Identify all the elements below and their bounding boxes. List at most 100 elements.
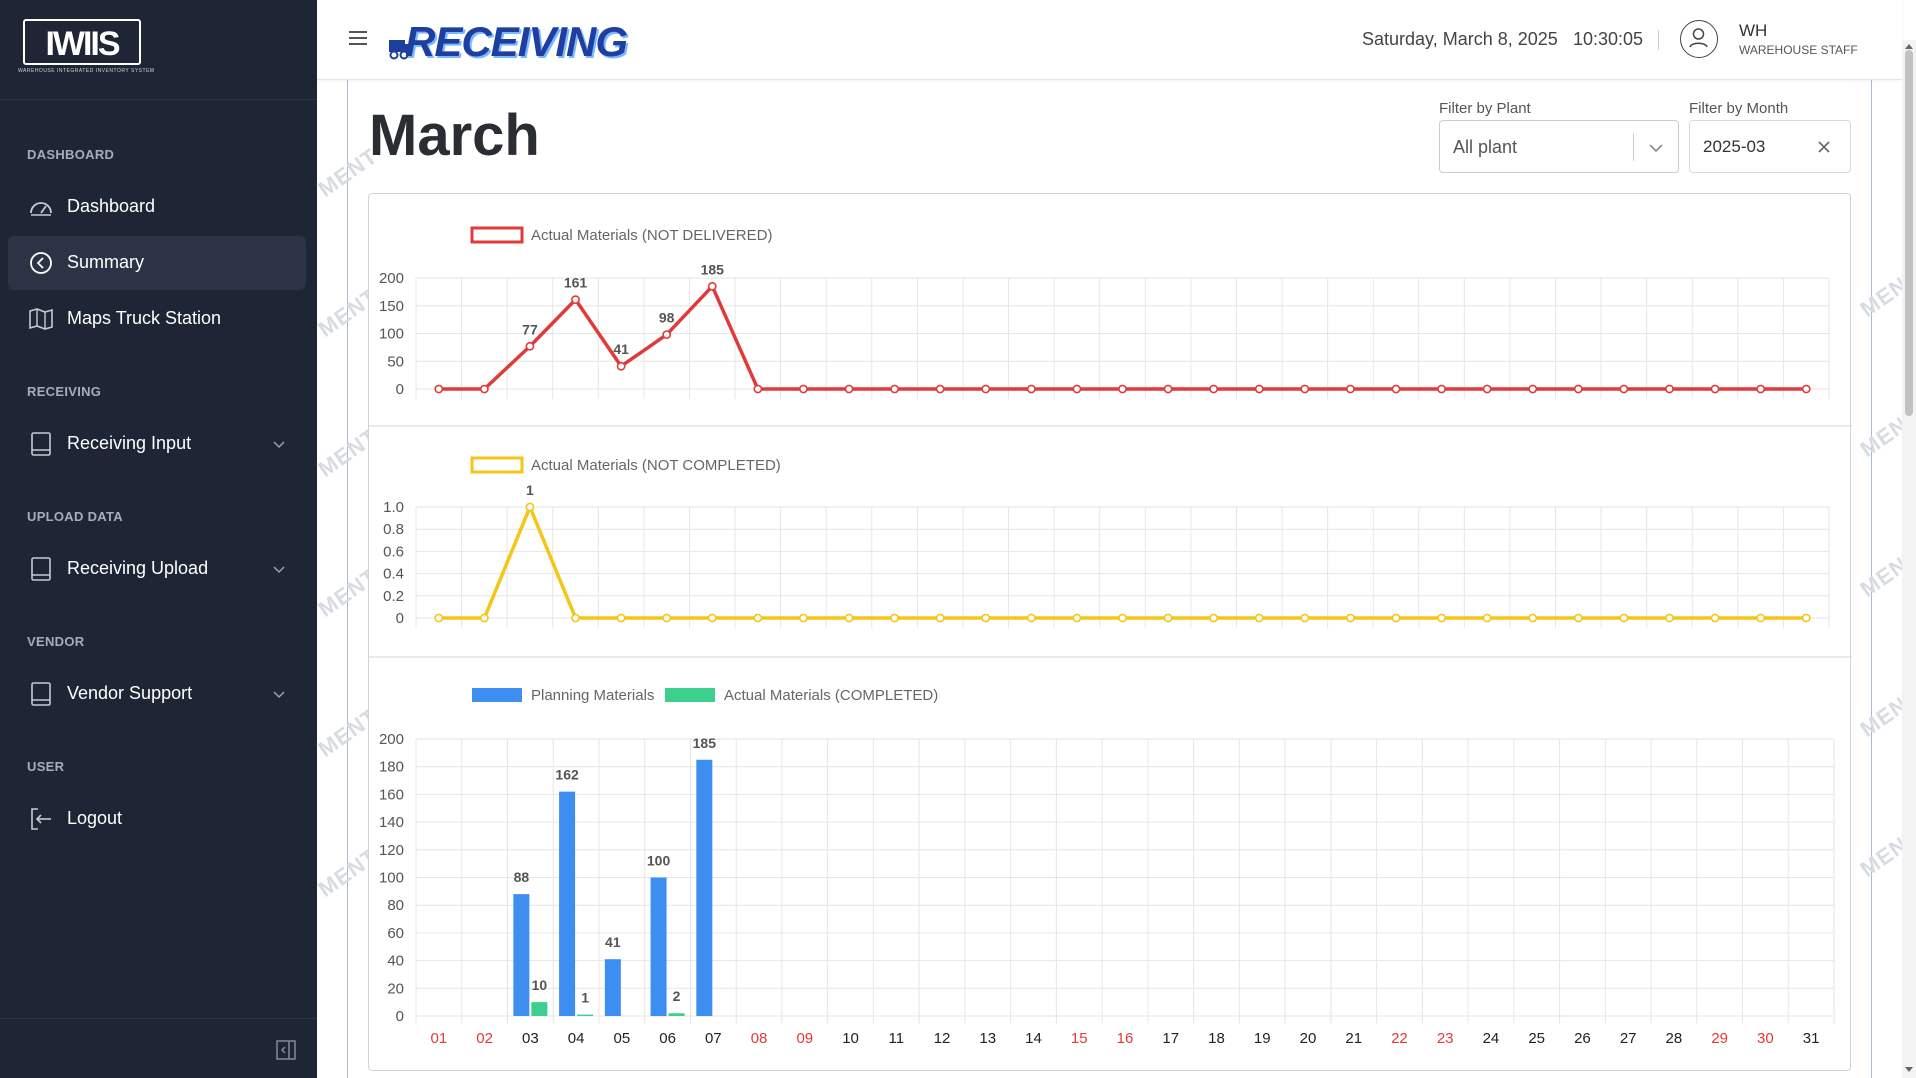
header-separator	[1658, 30, 1659, 50]
x-tick-label: 27	[1620, 1030, 1637, 1047]
x-tick-label: 26	[1574, 1030, 1591, 1047]
data-point	[1072, 384, 1082, 394]
data-label: 161	[564, 275, 588, 291]
data-label: 77	[522, 321, 538, 337]
clear-icon[interactable]	[1816, 139, 1832, 155]
scroll-down-icon[interactable]	[1904, 1066, 1914, 1074]
clock-back-icon	[30, 252, 52, 274]
y-tick-label: 100	[379, 870, 404, 887]
y-tick-label: 200	[379, 731, 404, 748]
chevron-down-icon	[273, 566, 285, 574]
data-point	[616, 361, 626, 371]
data-point	[1619, 384, 1629, 394]
bar-planning	[513, 894, 530, 1016]
hamburger-menu-icon[interactable]	[347, 28, 369, 48]
header-date: Saturday, March 8, 2025	[1362, 29, 1558, 49]
data-label: 1	[581, 990, 589, 1006]
x-tick-label: 17	[1162, 1030, 1179, 1047]
plant-select-value: All plant	[1453, 137, 1518, 157]
x-tick-label: 25	[1528, 1030, 1545, 1047]
data-point	[753, 384, 763, 394]
page-title: March	[369, 103, 540, 168]
data-label: 41	[605, 934, 621, 950]
sidebar-item-maps-truck-station[interactable]: Maps Truck Station	[8, 292, 306, 346]
x-tick-label: 02	[476, 1030, 493, 1047]
data-point	[1163, 613, 1173, 623]
watermark: MENT	[1855, 823, 1902, 882]
avatar[interactable]	[1680, 20, 1718, 58]
y-tick-label: 180	[379, 759, 404, 776]
legend-swatch	[470, 226, 524, 244]
data-point	[479, 613, 489, 623]
tablet-icon	[31, 557, 51, 581]
data-label: 1	[526, 482, 534, 498]
x-tick-label: 28	[1666, 1030, 1683, 1047]
sidebar-item-label: Logout	[67, 808, 123, 828]
x-tick-label: 14	[1025, 1030, 1042, 1047]
data-point	[935, 613, 945, 623]
y-tick-label: 0.8	[383, 521, 404, 538]
x-tick-label: 03	[522, 1030, 539, 1047]
brand-logo[interactable]: RECEIVING	[387, 14, 628, 66]
data-point	[707, 613, 717, 623]
tablet-icon	[31, 432, 51, 456]
sidebar-item-label: Receiving Upload	[67, 558, 209, 578]
charts-svg: Actual Materials (NOT DELIVERED)20015010…	[369, 226, 1852, 1047]
data-point	[1254, 384, 1264, 394]
legend-swatch	[470, 456, 524, 474]
y-tick-label: 20	[387, 980, 404, 997]
data-point	[525, 502, 535, 512]
bar-planning	[650, 877, 667, 1016]
x-tick-label: 04	[568, 1030, 585, 1047]
y-tick-label: 100	[379, 326, 404, 343]
y-tick-label: 0.6	[383, 543, 404, 560]
sidebar-item-logout[interactable]: Logout	[8, 792, 306, 846]
app-logo[interactable]: IWIIS	[22, 18, 142, 66]
map-icon	[29, 308, 53, 330]
y-tick-label: 60	[387, 925, 404, 942]
sidebar-item-vendor-support[interactable]: Vendor Support	[8, 667, 306, 721]
data-label: 10	[532, 977, 548, 993]
x-tick-label: 12	[934, 1030, 951, 1047]
scrollbar[interactable]	[1902, 40, 1916, 1078]
sidebar-item-summary[interactable]: Summary	[8, 236, 306, 290]
sidebar-item-receiving-input[interactable]: Receiving Input	[8, 417, 306, 471]
sidebar-item-label: Vendor Support	[67, 683, 193, 703]
sidebar-item-label: Receiving Input	[67, 433, 192, 453]
y-tick-label: 0.2	[383, 588, 404, 605]
collapse-sidebar-icon[interactable]	[275, 1039, 297, 1061]
data-point	[1346, 613, 1355, 623]
data-point	[1209, 384, 1219, 394]
data-label: 2	[673, 988, 681, 1004]
x-tick-label: 22	[1391, 1030, 1408, 1047]
x-tick-label: 06	[659, 1030, 676, 1047]
month-picker-value: 2025-03	[1703, 137, 1766, 156]
header-time: 10:30:05	[1573, 29, 1644, 49]
sidebar-item-label: Maps Truck Station	[67, 308, 222, 328]
sidebar-item-dashboard[interactable]: Dashboard	[8, 180, 306, 234]
x-tick-label: 30	[1757, 1030, 1774, 1047]
sidebar-item-receiving-upload[interactable]: Receiving Upload	[8, 542, 306, 596]
data-point	[1756, 613, 1766, 623]
x-tick-label: 08	[751, 1030, 768, 1047]
x-tick-label: 07	[705, 1030, 722, 1047]
filter-plant-label: Filter by Plant	[1439, 100, 1531, 117]
logo-subtitle: WAREHOUSE INTEGRATED INVENTORY SYSTEM	[18, 68, 155, 74]
bar-completed	[531, 1002, 548, 1016]
scroll-up-icon[interactable]	[1904, 42, 1914, 50]
user-icon	[1689, 28, 1708, 48]
data-point	[890, 384, 899, 394]
month-picker[interactable]: 2025-03	[1689, 120, 1851, 173]
data-point	[1573, 384, 1583, 394]
x-tick-label: 18	[1208, 1030, 1225, 1047]
data-point	[1118, 384, 1127, 394]
plant-select[interactable]: All plant	[1439, 120, 1679, 173]
x-tick-label: 31	[1803, 1030, 1820, 1047]
y-tick-label: 1.0	[383, 499, 404, 516]
data-label: 162	[555, 767, 579, 783]
svg-text:IWIIS: IWIIS	[45, 25, 119, 63]
user-role: WAREHOUSE STAFF	[1739, 43, 1858, 57]
scrollbar-thumb[interactable]	[1905, 50, 1913, 416]
data-point	[844, 384, 854, 394]
data-point	[1710, 384, 1720, 394]
